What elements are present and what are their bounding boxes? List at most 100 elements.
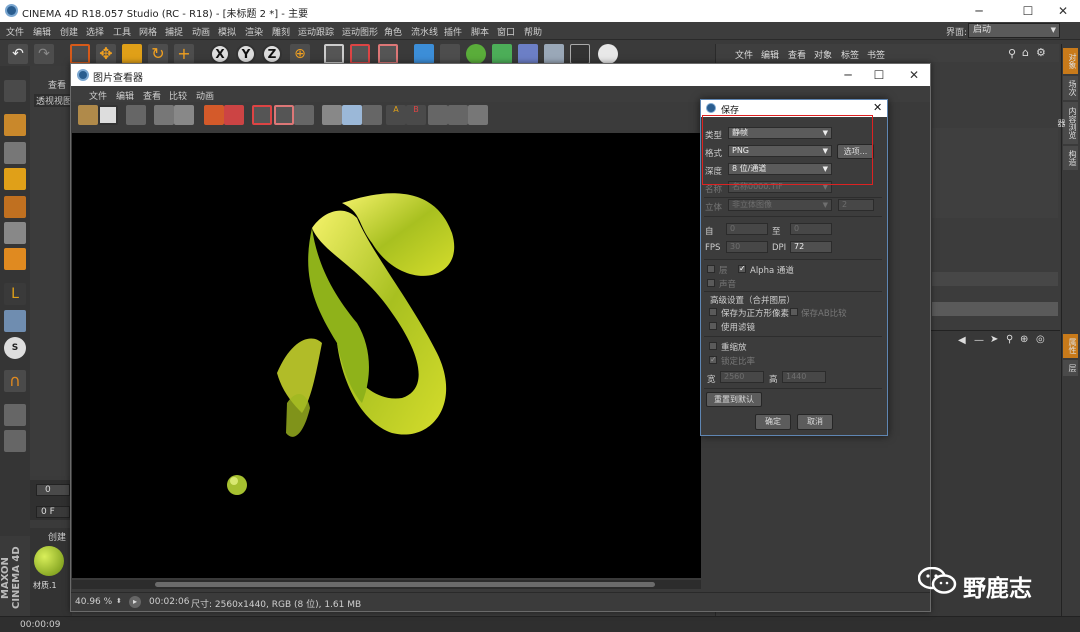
- to-field[interactable]: 0: [790, 223, 832, 235]
- side-tab-attributes[interactable]: 属性: [1063, 334, 1078, 358]
- width-field[interactable]: 2560: [720, 371, 764, 383]
- compare-a-marker-icon[interactable]: A: [386, 105, 406, 125]
- grid-icon[interactable]: [428, 105, 448, 125]
- pin-icon[interactable]: [174, 105, 194, 125]
- histogram-icon[interactable]: [468, 105, 488, 125]
- cloner-icon[interactable]: [492, 44, 512, 64]
- stop-render-icon[interactable]: [224, 105, 244, 125]
- material-name[interactable]: 材质.1: [33, 580, 57, 591]
- from-field[interactable]: 0: [726, 223, 768, 235]
- current-frame-field[interactable]: 0 F: [36, 506, 70, 518]
- home-icon[interactable]: ⌂: [1022, 46, 1029, 59]
- menu-window[interactable]: 窗口: [497, 25, 515, 38]
- search-attr-icon[interactable]: ⚲: [1006, 334, 1013, 345]
- coordinate-system-icon[interactable]: ⊕: [290, 44, 310, 64]
- square-pixels-checkbox[interactable]: [709, 308, 717, 316]
- menu-motion-tracking[interactable]: 运动跟踪: [298, 25, 334, 38]
- y-axis-icon[interactable]: Y: [236, 44, 256, 64]
- object-list[interactable]: [932, 128, 1058, 218]
- fps-field[interactable]: 30: [726, 241, 768, 253]
- menu-sculpt[interactable]: 雕刻: [272, 25, 290, 38]
- deformer-icon[interactable]: [518, 44, 538, 64]
- lock-icon[interactable]: ⊕: [1020, 334, 1028, 345]
- side-tab-content-browser[interactable]: 内容浏览器: [1057, 102, 1078, 144]
- menu-simulate[interactable]: 模拟: [218, 25, 236, 38]
- menu-character[interactable]: 角色: [384, 25, 402, 38]
- texture-mode-icon[interactable]: [4, 142, 26, 164]
- scale-icon[interactable]: [122, 44, 142, 64]
- live-selection-icon[interactable]: [70, 44, 90, 64]
- menu-select[interactable]: 选择: [86, 25, 104, 38]
- material-ball[interactable]: [34, 546, 64, 576]
- dpi-field[interactable]: 72: [790, 241, 832, 253]
- pv-maximize-button[interactable]: ☐: [868, 66, 890, 84]
- use-filter-checkbox[interactable]: [709, 322, 717, 330]
- magnet-icon[interactable]: ∩: [4, 370, 26, 392]
- om-menu-tags[interactable]: 标签: [841, 48, 859, 61]
- x-axis-icon[interactable]: X: [210, 44, 230, 64]
- om-menu-view[interactable]: 查看: [788, 48, 806, 61]
- workplane-icon[interactable]: [4, 168, 26, 190]
- pen-icon[interactable]: [440, 44, 460, 64]
- zoom-stepper-icon[interactable]: ⬍: [116, 597, 122, 605]
- compare-a-icon[interactable]: [252, 105, 272, 125]
- minimize-button[interactable]: ─: [968, 2, 990, 20]
- back-icon[interactable]: ◀: [958, 335, 966, 346]
- filter-icon[interactable]: [294, 105, 314, 125]
- pv-close-button[interactable]: ✕: [903, 66, 925, 84]
- layers-checkbox[interactable]: [707, 265, 715, 273]
- transform-icon[interactable]: +: [174, 44, 194, 64]
- menu-snap[interactable]: 捕捉: [165, 25, 183, 38]
- rotate-icon[interactable]: ↻: [148, 44, 168, 64]
- lock-ratio-checkbox[interactable]: ✓: [709, 356, 717, 364]
- reset-default-button[interactable]: 重置到默认: [706, 392, 762, 407]
- side-tab-layers[interactable]: 层: [1063, 360, 1078, 376]
- om-menu-edit[interactable]: 编辑: [761, 48, 779, 61]
- axis-mode-icon[interactable]: L: [4, 283, 26, 305]
- render-icon[interactable]: [204, 105, 224, 125]
- model-mode-icon[interactable]: [4, 114, 26, 136]
- save-ab-checkbox[interactable]: [790, 308, 798, 316]
- settings-icon[interactable]: ⚙: [1036, 46, 1046, 59]
- menu-pipeline[interactable]: 流水线: [411, 25, 438, 38]
- picture-viewer-titlebar[interactable]: 图片查看器 ─ ☐ ✕: [71, 64, 930, 86]
- layout-icon[interactable]: [448, 105, 468, 125]
- redo-icon[interactable]: ↷: [34, 44, 54, 64]
- save-icon[interactable]: [98, 105, 118, 125]
- cube-icon[interactable]: [414, 44, 434, 64]
- grid-lock-icon[interactable]: [4, 404, 26, 426]
- selected-row[interactable]: 640: [886, 302, 1058, 316]
- menu-edit[interactable]: 编辑: [33, 25, 51, 38]
- menu-script[interactable]: 脚本: [471, 25, 489, 38]
- stereo-select[interactable]: 非立体图像 ▼: [728, 199, 832, 211]
- render-to-picture-viewer-icon[interactable]: [350, 44, 370, 64]
- snap-icon[interactable]: S: [4, 337, 26, 359]
- menu-render[interactable]: 渲染: [245, 25, 263, 38]
- zoom-value[interactable]: 40.96 %: [75, 597, 112, 607]
- region-icon[interactable]: [154, 105, 174, 125]
- compare-b-marker-icon[interactable]: B: [406, 105, 426, 125]
- open-icon[interactable]: [78, 105, 98, 125]
- compare-b-icon[interactable]: [274, 105, 294, 125]
- play-icon[interactable]: ▸: [129, 596, 141, 608]
- menu-plugins[interactable]: 插件: [444, 25, 462, 38]
- maximize-button[interactable]: ☐: [1017, 2, 1039, 20]
- rendered-image[interactable]: [72, 133, 701, 578]
- stereo-count[interactable]: 2: [838, 199, 874, 211]
- pv-menu-file[interactable]: 文件: [89, 89, 107, 102]
- light-icon[interactable]: [598, 44, 618, 64]
- subdivision-icon[interactable]: [466, 44, 486, 64]
- rescale-checkbox[interactable]: [709, 342, 717, 350]
- cursor-icon[interactable]: ➤: [990, 334, 998, 345]
- pv-menu-view[interactable]: 查看: [143, 89, 161, 102]
- camera-icon[interactable]: [570, 44, 590, 64]
- undo-icon[interactable]: ↶: [8, 44, 28, 64]
- menu-create[interactable]: 创建: [60, 25, 78, 38]
- tweak-mode-icon[interactable]: [4, 310, 26, 332]
- scrollbar-thumb[interactable]: [155, 582, 655, 587]
- polygons-mode-icon[interactable]: [4, 248, 26, 270]
- forward-icon[interactable]: —: [974, 335, 984, 346]
- edges-mode-icon[interactable]: [4, 222, 26, 244]
- cancel-button[interactable]: 取消: [797, 414, 833, 430]
- pv-menu-animation[interactable]: 动画: [196, 89, 214, 102]
